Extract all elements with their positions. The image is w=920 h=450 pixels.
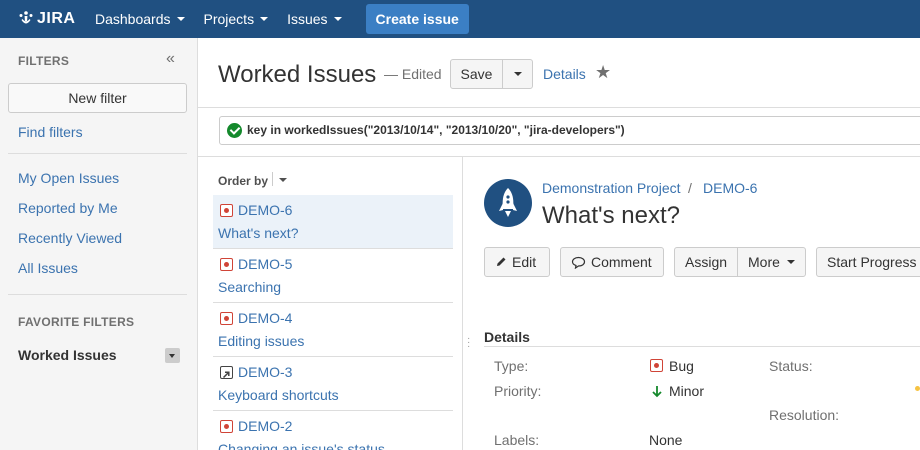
order-by-separator	[272, 172, 273, 186]
issue-summary[interactable]: What's next?	[218, 225, 299, 241]
sidebar-header: FILTERS	[18, 54, 70, 68]
priority-label: Priority:	[494, 383, 542, 399]
edit-button[interactable]: Edit	[484, 247, 550, 277]
issue-summary[interactable]: Changing an issue's status	[218, 441, 385, 450]
labels-value: None	[649, 432, 683, 448]
bug-icon	[220, 420, 233, 433]
issue-list-item[interactable]: DEMO-3 Keyboard shortcuts	[213, 357, 453, 411]
issue-summary[interactable]: Keyboard shortcuts	[218, 387, 339, 403]
issue-list-item[interactable]: DEMO-4 Editing issues	[213, 303, 453, 357]
resolution-label: Resolution:	[769, 407, 840, 423]
sidebar-divider	[8, 294, 187, 295]
issue-summary[interactable]: Searching	[218, 279, 281, 295]
edit-button-label: Edit	[512, 254, 537, 270]
top-navigation: JIRA Dashboards Projects Issues Create i…	[0, 0, 920, 38]
arrow-down-icon	[652, 386, 662, 398]
details-link[interactable]: Details	[543, 66, 586, 82]
favorite-filters-header: FAVORITE FILTERS	[18, 315, 135, 329]
assign-button-label: Assign	[685, 254, 728, 270]
sidebar-item-my-open-issues[interactable]: My Open Issues	[18, 170, 119, 186]
issue-key[interactable]: DEMO-4	[238, 310, 292, 326]
create-issue-button[interactable]: Create issue	[365, 4, 469, 34]
nav-dashboards-label: Dashboards	[95, 11, 171, 27]
resize-handle-icon[interactable]: · · ·	[467, 334, 470, 352]
chevron-down-icon	[333, 17, 342, 21]
issue-list-item[interactable]: DEMO-6 What's next?	[213, 195, 453, 249]
star-icon[interactable]: ★	[595, 62, 611, 83]
sidebar-item-recently-viewed[interactable]: Recently Viewed	[18, 230, 122, 246]
sidebar-item-all-issues[interactable]: All Issues	[18, 260, 78, 276]
issue-list-item[interactable]: DEMO-5 Searching	[213, 249, 453, 303]
breadcrumb-separator: /	[688, 180, 692, 196]
header-divider	[198, 107, 920, 108]
chevron-down-icon	[260, 17, 269, 21]
assign-button[interactable]: Assign	[674, 247, 738, 277]
breadcrumb-project[interactable]: Demonstration Project	[542, 180, 681, 196]
find-filters-link[interactable]: Find filters	[18, 124, 83, 140]
labels-label: Labels:	[494, 432, 540, 448]
bug-icon	[220, 312, 233, 325]
chevron-down-icon	[786, 260, 795, 264]
arrow-up-right-icon	[222, 371, 230, 378]
issue-key[interactable]: DEMO-2	[238, 418, 292, 434]
breadcrumb-issue-key[interactable]: DEMO-6	[703, 180, 757, 196]
list-detail-divider[interactable]	[462, 156, 463, 450]
more-actions-button[interactable]: More	[737, 247, 806, 277]
order-by-label[interactable]: Order by	[218, 174, 268, 188]
priority-value: Minor	[669, 383, 705, 399]
sidebar-item-reported-by-me[interactable]: Reported by Me	[18, 200, 118, 216]
details-divider	[484, 346, 920, 347]
order-by-dropdown-icon[interactable]	[279, 178, 287, 182]
jql-search-input[interactable]: key in workedIssues("2013/10/14", "2013/…	[219, 116, 920, 145]
comment-button[interactable]: Comment	[560, 247, 664, 277]
sidebar-divider	[8, 153, 187, 154]
edited-indicator: — Edited	[384, 66, 442, 82]
collapse-sidebar-icon[interactable]: «	[166, 50, 175, 68]
status-lozenge-edge	[915, 386, 920, 391]
issue-title: What's next?	[542, 202, 680, 229]
jira-logo[interactable]: JIRA	[18, 10, 78, 28]
favorite-filter-worked-issues[interactable]: Worked Issues	[18, 347, 117, 363]
results-divider	[198, 156, 920, 157]
save-button[interactable]: Save	[450, 59, 503, 89]
improvement-icon	[220, 366, 233, 379]
bug-icon	[650, 359, 663, 372]
nav-issues-label: Issues	[287, 11, 328, 27]
project-avatar[interactable]	[484, 179, 532, 227]
new-filter-button[interactable]: New filter	[8, 83, 187, 113]
nav-projects[interactable]: Projects	[204, 0, 269, 38]
valid-query-check-icon	[227, 123, 242, 138]
save-options-dropdown[interactable]	[502, 59, 533, 89]
logo-text: JIRA	[37, 10, 76, 27]
filter-options-dropdown-icon[interactable]	[165, 348, 180, 363]
issue-key[interactable]: DEMO-5	[238, 256, 292, 272]
jql-query-text: key in workedIssues("2013/10/14", "2013/…	[247, 123, 625, 137]
filters-sidebar: FILTERS « New filter Find filters My Ope…	[0, 38, 198, 450]
jira-logo-icon	[19, 11, 33, 24]
nav-projects-label: Projects	[203, 11, 255, 27]
comment-button-label: Comment	[591, 254, 652, 270]
pencil-icon	[497, 257, 506, 266]
issue-key[interactable]: DEMO-6	[238, 202, 292, 218]
bug-icon	[220, 258, 233, 271]
rocket-icon	[499, 188, 517, 217]
issue-list-item[interactable]: DEMO-2 Changing an issue's status	[213, 411, 453, 450]
start-progress-button[interactable]: Start Progress	[816, 247, 920, 277]
details-section-header: Details	[484, 329, 530, 345]
status-label: Status:	[769, 358, 813, 374]
comment-icon	[571, 256, 586, 269]
more-button-label: More	[748, 254, 780, 270]
issue-key[interactable]: DEMO-3	[238, 364, 292, 380]
type-label: Type:	[494, 358, 529, 374]
chevron-down-icon	[176, 17, 185, 21]
nav-dashboards[interactable]: Dashboards	[95, 0, 185, 38]
issue-summary[interactable]: Editing issues	[218, 333, 304, 349]
type-value: Bug	[669, 358, 694, 374]
start-progress-label: Start Progress	[827, 254, 917, 270]
nav-issues[interactable]: Issues	[287, 0, 342, 38]
page-title: Worked Issues	[218, 61, 377, 88]
bug-icon	[220, 204, 233, 217]
